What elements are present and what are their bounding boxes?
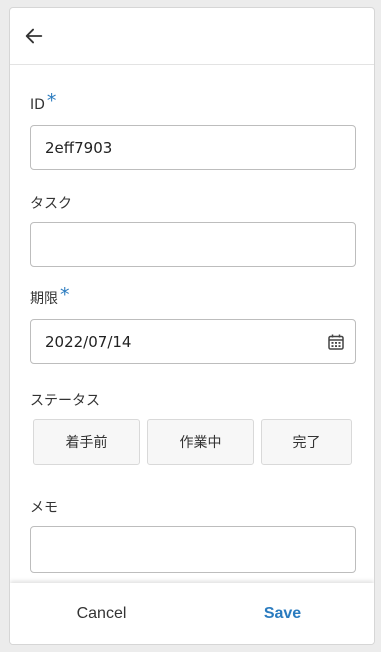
task-field-box [30, 222, 356, 267]
task-label-text: タスク [30, 196, 72, 212]
cancel-button[interactable]: Cancel [10, 583, 193, 644]
due-label: 期限 * [30, 283, 70, 308]
due-field-box [30, 319, 356, 364]
memo-input[interactable] [31, 527, 355, 572]
dialog-header [10, 8, 374, 65]
id-label-text: ID [30, 96, 45, 113]
required-marker: * [60, 283, 70, 306]
save-button[interactable]: Save [191, 583, 374, 644]
due-date-input[interactable] [31, 320, 355, 363]
arrow-left-icon [25, 28, 43, 44]
id-field-box [30, 125, 356, 170]
required-marker: * [46, 90, 57, 112]
task-input[interactable] [31, 223, 355, 266]
dialog-footer: Cancel Save [10, 583, 374, 644]
task-label: タスク [30, 193, 72, 213]
id-input[interactable] [31, 126, 355, 169]
calendar-icon[interactable] [327, 333, 345, 351]
id-label: ID * [30, 90, 57, 114]
edit-dialog: ID * タスク 期限 * ステータス 着手前 作業中 [9, 7, 375, 645]
due-label-text: 期限 [30, 291, 58, 307]
status-option-not-started[interactable]: 着手前 [33, 419, 140, 465]
back-button[interactable] [20, 22, 48, 50]
status-label: ステータス [30, 390, 100, 410]
memo-field-box [30, 526, 356, 573]
status-option-done[interactable]: 完了 [261, 419, 352, 465]
memo-label-text: メモ [30, 500, 58, 516]
status-label-text: ステータス [30, 393, 100, 409]
memo-label: メモ [30, 497, 58, 517]
status-option-in-progress[interactable]: 作業中 [147, 419, 254, 465]
